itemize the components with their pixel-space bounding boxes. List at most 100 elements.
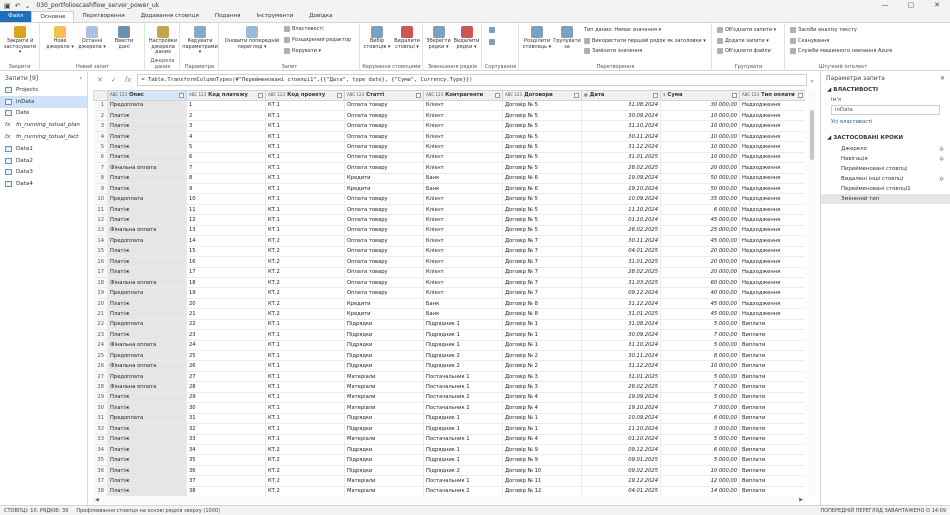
column-header[interactable]: ABC 123 Опис	[107, 90, 187, 101]
table-cell[interactable]: Постачальник 1	[423, 371, 503, 383]
table-cell[interactable]: Підрядки	[344, 360, 424, 372]
table-cell[interactable]: Договір № 9	[502, 454, 582, 466]
query-item[interactable]: Data2	[0, 155, 87, 167]
advanced-editor-button[interactable]: Розширений редактор	[284, 37, 351, 43]
table-cell[interactable]: Виплати	[739, 444, 805, 456]
table-cell[interactable]: Договір № 4	[502, 402, 582, 414]
table-cell[interactable]: Надходження	[739, 131, 805, 143]
combine-files-button[interactable]: Об'єднати файли	[717, 48, 771, 54]
table-cell[interactable]: 5 000,00	[660, 392, 740, 404]
all-properties-link[interactable]: Усі властивості	[821, 116, 950, 128]
fx-icon[interactable]: fx	[125, 76, 132, 84]
query-item[interactable]: Date	[0, 108, 87, 120]
table-cell[interactable]: Постачальник 1	[423, 434, 503, 445]
table-cell[interactable]: Договір № 10	[502, 465, 582, 477]
table-cell[interactable]: Оплата товару	[344, 110, 424, 122]
table-cell[interactable]: Підрядник 1	[423, 340, 503, 352]
row-number[interactable]: 30	[93, 402, 108, 414]
filter-dropdown-icon[interactable]	[179, 93, 184, 99]
sort-ascending-button[interactable]	[489, 27, 495, 33]
table-cell[interactable]: Клієнт	[423, 120, 503, 132]
table-cell[interactable]: Платіж	[107, 475, 187, 487]
row-number[interactable]: 2	[93, 110, 108, 122]
table-cell[interactable]: Оплата товару	[344, 152, 424, 164]
table-cell[interactable]: Договір № 1	[502, 340, 582, 352]
row-number[interactable]: 27	[93, 371, 108, 383]
table-cell[interactable]: 38	[186, 486, 266, 496]
table-cell[interactable]: 45 000,00	[660, 214, 740, 226]
table-cell[interactable]: КТ.1	[265, 340, 345, 352]
remove-rows-button[interactable]: Видалити рядки ▾	[453, 26, 480, 50]
table-cell[interactable]: Договір № 5	[502, 162, 582, 174]
row-number[interactable]: 34	[93, 444, 108, 456]
table-cell[interactable]: Підрядник 2	[423, 465, 503, 477]
table-cell[interactable]: КТ.1	[265, 173, 345, 185]
table-cell[interactable]: КТ.1	[265, 183, 345, 195]
table-cell[interactable]: Предоплата	[107, 287, 187, 299]
manage-button[interactable]: Керувати ▾	[284, 48, 321, 54]
table-cell[interactable]: 20 000,00	[660, 162, 740, 174]
table-cell[interactable]: 45 000,00	[660, 308, 740, 320]
table-cell[interactable]: Підрядки	[344, 350, 424, 362]
table-cell[interactable]: 10 000,00	[660, 131, 740, 143]
vision-button[interactable]: Сканування	[790, 38, 829, 44]
table-cell[interactable]: 11	[186, 204, 266, 216]
table-cell[interactable]: Надходження	[739, 267, 805, 278]
tab-2[interactable]: Перетворення	[74, 11, 132, 22]
table-cell[interactable]: Підрядки	[344, 454, 424, 466]
table-cell[interactable]: 28.02.2025	[581, 267, 661, 278]
table-cell[interactable]: Виплати	[739, 423, 805, 435]
table-cell[interactable]: 8	[186, 173, 266, 185]
table-cell[interactable]: 27	[186, 371, 266, 383]
table-cell[interactable]: 33	[186, 434, 266, 445]
tab-3[interactable]: Додавання стовпця	[133, 11, 207, 22]
scroll-right-icon[interactable]: ▶	[799, 497, 803, 503]
table-cell[interactable]: КТ.1	[265, 381, 345, 393]
column-header[interactable]: ABC 123 Статті	[344, 90, 424, 101]
table-cell[interactable]: Оплата товару	[344, 256, 424, 268]
horizontal-scrollbar[interactable]: ◀ ▶	[93, 496, 805, 504]
table-cell[interactable]: Клієнт	[423, 204, 503, 216]
table-cell[interactable]: 19.12.2024	[581, 475, 661, 487]
table-cell[interactable]: 09.01.2025	[581, 454, 661, 466]
filter-dropdown-icon[interactable]	[337, 93, 342, 99]
table-cell[interactable]: Надходження	[739, 246, 805, 258]
table-cell[interactable]: 7 000,00	[660, 381, 740, 393]
table-cell[interactable]: 40 000,00	[660, 287, 740, 299]
table-cell[interactable]: 30.11.2024	[581, 131, 661, 143]
table-cell[interactable]: Оплата товару	[344, 235, 424, 247]
table-cell[interactable]: КТ.2	[265, 486, 345, 496]
applied-step[interactable]: Перейменовані стовпці	[821, 164, 950, 174]
table-cell[interactable]: 31.12.2024	[581, 298, 661, 310]
table-cell[interactable]: КТ.1	[265, 131, 345, 143]
table-cell[interactable]: Виплати	[739, 486, 805, 496]
table-cell[interactable]: 45 000,00	[660, 235, 740, 247]
table-cell[interactable]: 36	[186, 465, 266, 477]
table-cell[interactable]: 19.09.2024	[581, 173, 661, 185]
filter-dropdown-icon[interactable]	[258, 93, 263, 99]
table-cell[interactable]: Фінальна оплата	[107, 225, 187, 237]
filter-dropdown-icon[interactable]	[416, 93, 421, 99]
applied-step[interactable]: Видалені інші стовпці ✲	[821, 174, 950, 184]
query-item[interactable]: Data1	[0, 143, 87, 155]
column-header[interactable]: ABC 123 Договори	[502, 90, 582, 101]
table-cell[interactable]: 24	[186, 340, 266, 352]
refresh-preview-button[interactable]: Оновити попередній перегляд ▾	[222, 26, 282, 50]
table-cell[interactable]: Предоплата	[107, 319, 187, 331]
table-cell[interactable]: Клієнт	[423, 152, 503, 164]
table-cell[interactable]: Платіж	[107, 329, 187, 341]
table-cell[interactable]: КТ.2	[265, 298, 345, 310]
merge-queries-button[interactable]: Об'єднати запити ▾	[717, 27, 776, 33]
table-cell[interactable]: Надходження	[739, 120, 805, 132]
table-cell[interactable]: Постачальник 1	[423, 475, 503, 487]
row-number[interactable]: 33	[93, 434, 108, 445]
table-cell[interactable]: Надходження	[739, 225, 805, 237]
table-cell[interactable]: 35 000,00	[660, 193, 740, 205]
row-number[interactable]: 5	[93, 141, 108, 153]
column-type-icon[interactable]: ABC 123	[505, 92, 522, 97]
table-cell[interactable]: 29	[186, 392, 266, 404]
table-cell[interactable]: Виплати	[739, 371, 805, 383]
table-cell[interactable]: Підрядник 1	[423, 413, 503, 425]
table-cell[interactable]: Платіж	[107, 486, 187, 496]
table-cell[interactable]: Платіж	[107, 444, 187, 456]
